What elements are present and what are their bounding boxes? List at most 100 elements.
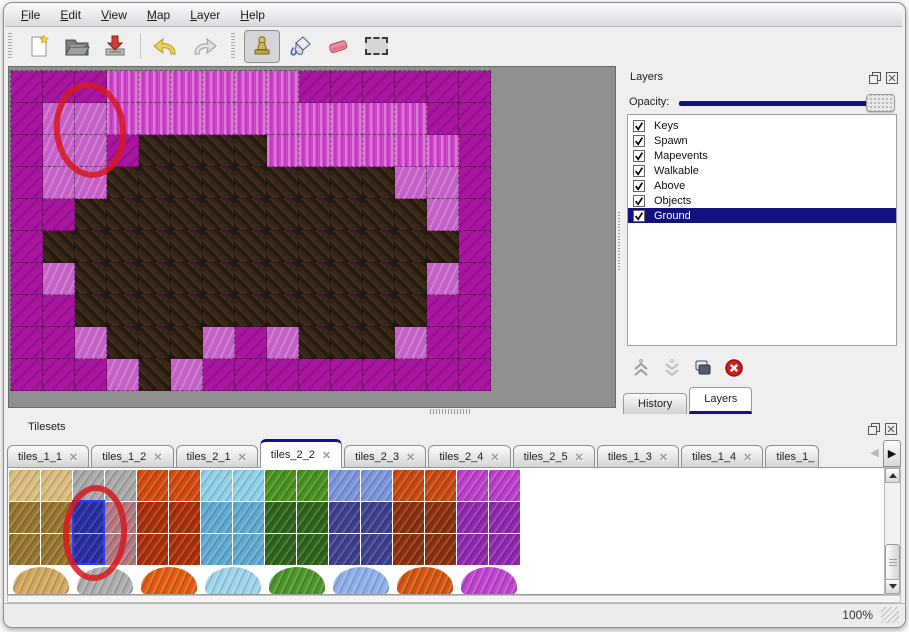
map-tile-light-purple-grass[interactable] [75, 167, 107, 199]
map-tile-magenta-grass[interactable] [459, 263, 491, 295]
map-tile-dark-rock[interactable] [299, 167, 331, 199]
map-tile-dark-rock[interactable] [235, 135, 267, 167]
close-tab-icon[interactable]: ✕ [238, 451, 247, 464]
map-tile-dark-rock[interactable] [107, 295, 139, 327]
map-tile-light-purple-grass[interactable] [43, 103, 75, 135]
map-tile-dark-rock[interactable] [171, 295, 203, 327]
tileset-tile-tan1[interactable] [9, 534, 41, 566]
map-tile-dark-rock[interactable] [363, 231, 395, 263]
map-tile-magenta-grass[interactable] [43, 295, 75, 327]
map-tile-dark-rock[interactable] [363, 263, 395, 295]
map-tile-dark-rock[interactable] [395, 231, 427, 263]
tileset-tile-red1[interactable] [425, 534, 457, 566]
map-tile-dark-rock[interactable] [299, 295, 331, 327]
tileset-tile-mauve[interactable] [105, 502, 137, 534]
tileset-tile-org1[interactable] [137, 502, 169, 534]
tab-scroll-left-button[interactable]: ◀ [868, 440, 881, 467]
map-tile-light-purple-grass[interactable] [107, 359, 139, 391]
tileset-tile-purB[interactable] [461, 567, 517, 595]
tileset-tile-iceB[interactable] [205, 567, 261, 595]
tileset-tile-pur1[interactable] [457, 534, 489, 566]
delete-layer-button[interactable] [723, 357, 745, 379]
tileset-tile-grn0[interactable] [297, 470, 329, 502]
map-tile-pink-knit-grass[interactable] [267, 71, 299, 103]
map-tile-dark-rock[interactable] [203, 231, 235, 263]
vertical-splitter-grip[interactable] [616, 212, 621, 270]
opacity-slider[interactable] [679, 101, 891, 106]
layer-visibility-checkbox[interactable] [633, 120, 645, 132]
scrollbar-thumb[interactable] [885, 544, 900, 580]
layer-visibility-checkbox[interactable] [633, 135, 645, 147]
map-tile-pink-knit-grass[interactable] [267, 103, 299, 135]
tileset-horizontal-scrollbar[interactable] [7, 595, 901, 603]
tileset-tile-red0[interactable] [393, 470, 425, 502]
map-tile-magenta-grass[interactable] [395, 71, 427, 103]
tab-history[interactable]: History [623, 393, 687, 414]
map-tile-pink-knit-grass[interactable] [235, 71, 267, 103]
close-tab-icon[interactable]: ✕ [490, 451, 499, 464]
map-tile-pink-knit-grass[interactable] [235, 103, 267, 135]
toolbar-grip[interactable] [8, 33, 12, 59]
map-tile-pink-knit-grass[interactable] [171, 103, 203, 135]
tileset-tile-grn0[interactable] [265, 470, 297, 502]
layer-visibility-checkbox[interactable] [633, 165, 645, 177]
tileset-tab-tiles_1_2[interactable]: tiles_1_2✕ [91, 445, 173, 468]
layer-row-mapevents[interactable]: Mapevents [628, 148, 896, 163]
tileset-tile-org0[interactable] [169, 470, 201, 502]
map-tile-dark-rock[interactable] [267, 295, 299, 327]
map-tile-dark-rock[interactable] [203, 199, 235, 231]
map-tile-pink-knit-grass[interactable] [299, 103, 331, 135]
map-tile-magenta-grass[interactable] [459, 103, 491, 135]
map-tile-magenta-grass[interactable] [427, 103, 459, 135]
tileset-tile-red1[interactable] [425, 502, 457, 534]
map-tile-dark-rock[interactable] [139, 295, 171, 327]
map-tile-dark-rock[interactable] [235, 167, 267, 199]
map-tile-magenta-grass[interactable] [235, 327, 267, 359]
tileset-tab-tiles_1[interactable]: tiles_1_ [765, 445, 819, 468]
tileset-tile-red1[interactable] [393, 502, 425, 534]
tileset-tile-grn1[interactable] [297, 534, 329, 566]
float-panel-icon[interactable] [868, 422, 880, 434]
map-tile-dark-rock[interactable] [107, 327, 139, 359]
map-tile-dark-rock[interactable] [395, 295, 427, 327]
map-tile-magenta-grass[interactable] [11, 359, 43, 391]
map-tile-dark-rock[interactable] [267, 167, 299, 199]
map-tile-magenta-grass[interactable] [11, 263, 43, 295]
map-tile-pink-knit-grass[interactable] [139, 71, 171, 103]
undo-button[interactable] [148, 30, 184, 63]
tileset-tile-ice1[interactable] [233, 502, 265, 534]
map-tile-dark-rock[interactable] [171, 263, 203, 295]
map-tile-magenta-grass[interactable] [235, 359, 267, 391]
map-tile-pink-knit-grass[interactable] [395, 135, 427, 167]
map-view[interactable] [8, 66, 616, 408]
map-tile-magenta-grass[interactable] [203, 359, 235, 391]
map-tile-dark-rock[interactable] [299, 199, 331, 231]
map-tile-magenta-grass[interactable] [363, 71, 395, 103]
map-tile-pink-knit-grass[interactable] [171, 71, 203, 103]
close-tab-icon[interactable]: ✕ [322, 449, 331, 462]
map-tile-dark-rock[interactable] [363, 295, 395, 327]
map-tile-dark-rock[interactable] [139, 359, 171, 391]
menu-file[interactable]: File [11, 6, 50, 24]
tileset-tile-org1[interactable] [169, 534, 201, 566]
map-tile-magenta-grass[interactable] [11, 199, 43, 231]
tileset-tab-tiles_2_4[interactable]: tiles_2_4✕ [428, 445, 510, 468]
map-tile-dark-rock[interactable] [235, 231, 267, 263]
map-tile-pink-knit-grass[interactable] [363, 135, 395, 167]
tileset-tab-tiles_2_2[interactable]: tiles_2_2✕ [260, 439, 342, 468]
map-tile-dark-rock[interactable] [171, 327, 203, 359]
map-tile-magenta-grass[interactable] [395, 359, 427, 391]
tileset-tab-tiles_1_1[interactable]: tiles_1_1✕ [7, 445, 89, 468]
layer-row-keys[interactable]: Keys [628, 118, 896, 133]
layer-list[interactable]: KeysSpawnMapeventsWalkableAboveObjectsGr… [627, 114, 897, 346]
map-tile-pink-knit-grass[interactable] [107, 71, 139, 103]
map-tile-dark-rock[interactable] [43, 231, 75, 263]
menu-help[interactable]: Help [230, 6, 275, 24]
tileset-tile-ice0[interactable] [201, 470, 233, 502]
map-tile-dark-rock[interactable] [139, 231, 171, 263]
map-tile-magenta-grass[interactable] [11, 327, 43, 359]
map-tile-dark-rock[interactable] [203, 167, 235, 199]
tileset-tile-grn1[interactable] [297, 502, 329, 534]
map-tile-dark-rock[interactable] [267, 199, 299, 231]
tileset-tile-cryB[interactable] [333, 567, 389, 595]
